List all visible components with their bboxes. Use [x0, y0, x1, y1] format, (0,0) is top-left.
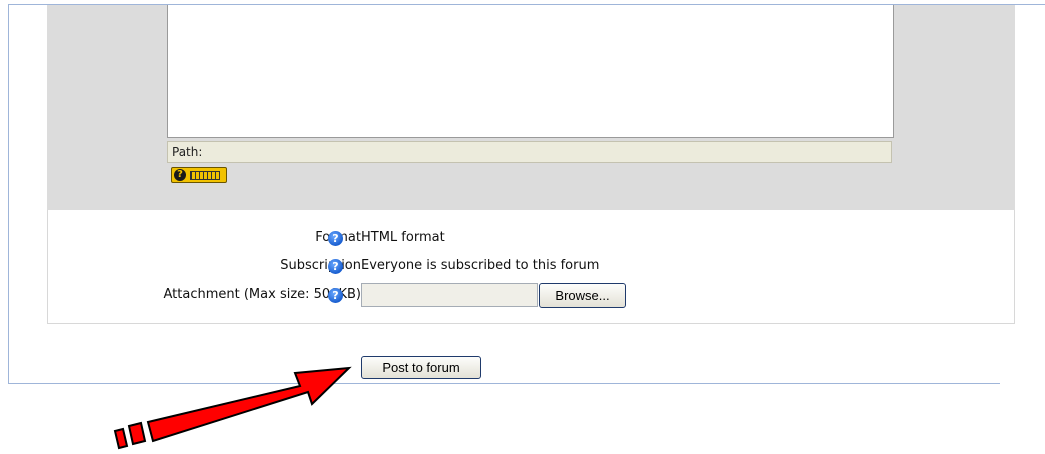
red-pointer-arrow-icon [113, 366, 352, 450]
